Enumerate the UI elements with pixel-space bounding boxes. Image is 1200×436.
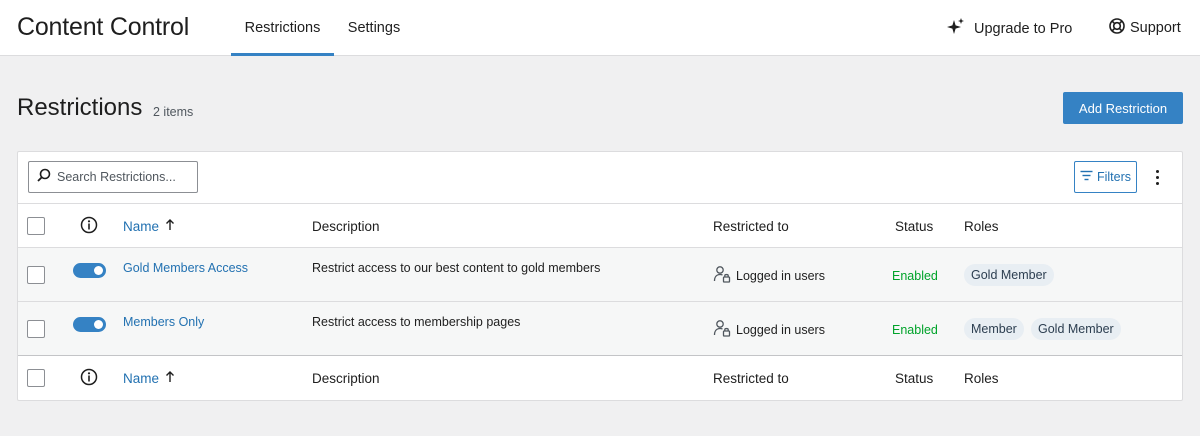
column-header-description: Description [312, 219, 380, 234]
item-count: 2 items [153, 105, 194, 119]
search-input[interactable] [57, 170, 187, 184]
lifebuoy-icon [1108, 17, 1126, 39]
upgrade-label: Upgrade to Pro [974, 21, 1073, 37]
page-title: Restrictions [17, 94, 143, 121]
filter-icon [1080, 170, 1093, 184]
column-header-name[interactable]: Name [123, 219, 175, 234]
role-badge: Gold Member [964, 264, 1054, 286]
restricted-to: Logged in users [713, 265, 825, 286]
column-header-restricted-to: Restricted to [713, 219, 789, 234]
status-label: Enabled [892, 323, 938, 337]
restricted-to: Logged in users [713, 319, 825, 340]
search-icon [37, 168, 51, 187]
role-badge: Member [964, 318, 1024, 340]
column-footer-roles: Roles [964, 371, 999, 386]
restriction-name-link[interactable]: Members Only [123, 315, 204, 329]
info-icon [80, 216, 98, 237]
select-all-checkbox[interactable] [27, 217, 45, 235]
column-footer-description: Description [312, 371, 380, 386]
row-checkbox[interactable] [27, 266, 45, 284]
tab-settings[interactable]: Settings [340, 0, 408, 56]
table-header: Name Description Restricted to Status Ro… [18, 203, 1182, 248]
column-footer-restricted-to: Restricted to [713, 371, 789, 386]
sort-ascending-icon [165, 219, 175, 234]
table-footer: Name Description Restricted to Status Ro… [18, 356, 1182, 401]
restriction-name-link[interactable]: Gold Members Access [123, 261, 248, 275]
restricted-to-label: Logged in users [736, 322, 825, 337]
restriction-description: Restrict access to our best content to g… [312, 261, 601, 275]
sort-ascending-icon [165, 371, 175, 386]
select-all-checkbox[interactable] [27, 369, 45, 387]
top-bar: Content Control Restrictions Settings Up… [0, 0, 1200, 56]
enabled-toggle[interactable] [73, 263, 106, 278]
column-header-status: Status [895, 219, 934, 234]
table-row: Gold Members Access Restrict access to o… [18, 248, 1182, 302]
user-lock-icon [713, 319, 731, 340]
row-checkbox[interactable] [27, 320, 45, 338]
filters-label: Filters [1096, 170, 1132, 184]
support-label: Support [1130, 20, 1181, 36]
enabled-toggle[interactable] [73, 317, 106, 332]
column-name-label: Name [123, 219, 160, 234]
filters-button[interactable]: Filters [1074, 161, 1137, 193]
info-icon [80, 368, 98, 389]
status-label: Enabled [892, 269, 938, 283]
table-row: Members Only Restrict access to membersh… [18, 302, 1182, 356]
column-footer-name[interactable]: Name [123, 371, 175, 386]
add-restriction-button[interactable]: Add Restriction [1063, 92, 1183, 124]
column-header-roles: Roles [964, 219, 999, 234]
upgrade-to-pro-link[interactable]: Upgrade to Pro [946, 17, 1072, 41]
restrictions-table: Filters Name Description Restricted to S… [17, 151, 1183, 401]
column-name-label: Name [123, 371, 160, 386]
column-footer-status: Status [895, 371, 934, 386]
sparkle-icon [946, 17, 966, 41]
user-lock-icon [713, 265, 731, 286]
support-link[interactable]: Support [1108, 17, 1181, 39]
restriction-description: Restrict access to membership pages [312, 315, 521, 329]
search-box[interactable] [28, 161, 198, 193]
role-badge: Gold Member [1031, 318, 1121, 340]
more-options-icon[interactable] [1148, 165, 1166, 189]
tab-restrictions[interactable]: Restrictions [231, 0, 334, 56]
restricted-to-label: Logged in users [736, 268, 825, 283]
app-title: Content Control [17, 13, 190, 41]
